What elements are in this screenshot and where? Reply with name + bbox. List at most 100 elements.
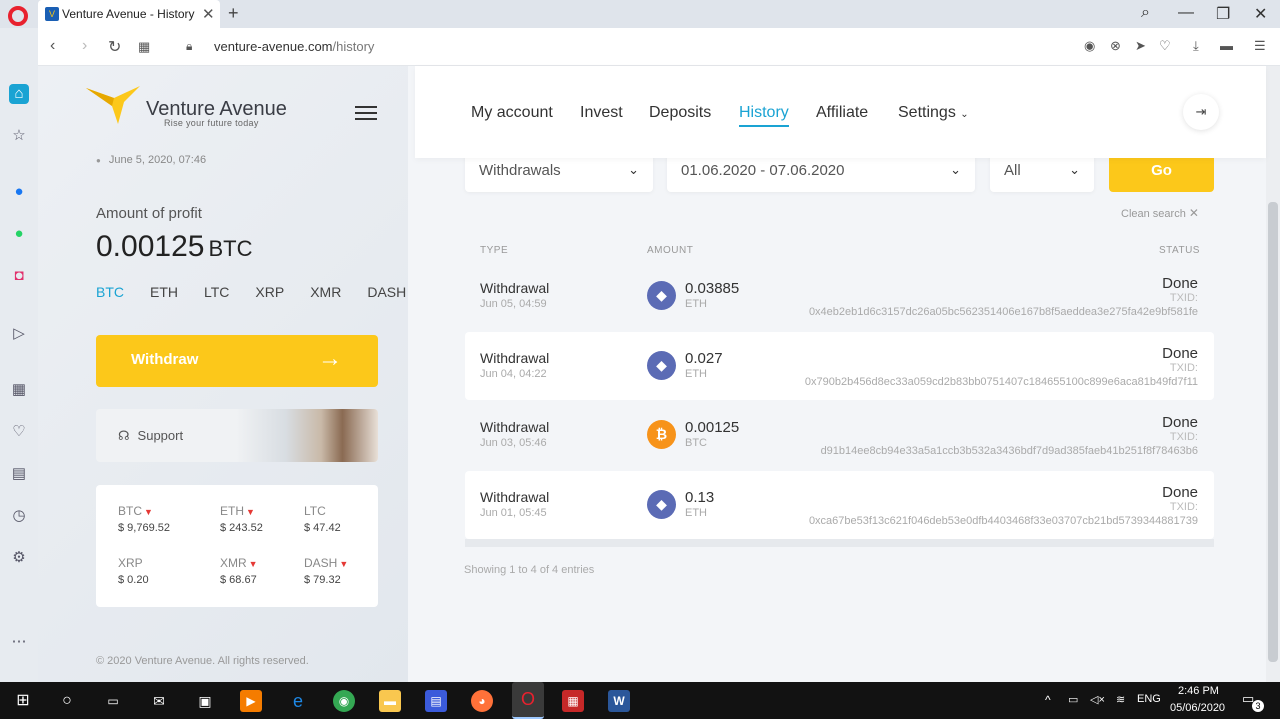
instagram-icon[interactable]: ◘ — [9, 266, 29, 286]
media-player-icon[interactable]: ▶ — [240, 690, 262, 712]
clean-search-link[interactable]: Clean search ✕ — [1121, 206, 1199, 220]
chrome-icon[interactable]: ◉ — [333, 690, 355, 712]
close-tab-icon[interactable]: ✕ — [202, 5, 215, 23]
hamburger-menu-icon[interactable] — [355, 106, 377, 120]
clock-time[interactable]: 2:46 PM — [1178, 685, 1219, 697]
coin-tab-dash[interactable]: DASH — [367, 284, 406, 300]
page-scrollbar[interactable] — [1266, 66, 1280, 682]
nav-invest[interactable]: Invest — [580, 104, 623, 122]
row-amount: 0.027 — [685, 350, 723, 367]
row-txid[interactable]: 0xca67be53f13c621f046deb53e0dfb4403468f3… — [809, 515, 1198, 527]
minimize-icon[interactable]: — — [1178, 4, 1194, 22]
mail-icon[interactable]: ✉ — [148, 690, 170, 712]
price-down-icon: ▼ — [248, 559, 258, 569]
news-icon[interactable]: ▤ — [9, 464, 29, 484]
windows-start-icon[interactable]: ⊞ — [12, 690, 34, 712]
show-hidden-icons[interactable]: ^ — [1045, 693, 1051, 707]
word-icon[interactable]: W — [608, 690, 630, 712]
row-amount: 0.00125 — [685, 419, 740, 436]
close-window-icon[interactable]: ✕ — [1254, 4, 1267, 24]
coin-tab-xrp[interactable]: XRP — [255, 284, 284, 300]
speed-dial-icon[interactable]: ▦ — [138, 39, 150, 55]
support-button[interactable]: ☊ Support — [96, 409, 378, 462]
row-txid[interactable]: d91b14ee8cb94e33a5a1ccb3b532a3436bdf7d9a… — [821, 445, 1198, 457]
opera-taskbar-icon[interactable]: O — [512, 682, 544, 719]
file-explorer-icon[interactable]: ▬ — [379, 690, 401, 712]
price-value: $ 68.67 — [220, 574, 257, 586]
price-value: $ 47.42 — [304, 522, 341, 534]
nav-deposits[interactable]: Deposits — [649, 104, 711, 122]
battery-icon[interactable]: ▬ — [1220, 38, 1233, 53]
flow-icon[interactable]: ▷ — [9, 324, 29, 344]
download-icon[interactable]: ⤓ — [1193, 38, 1199, 54]
table-row[interactable]: Withdrawal Jun 03, 05:46 ₿ 0.00125 BTC D… — [465, 401, 1214, 469]
reload-icon[interactable]: ↻ — [108, 37, 121, 57]
scrollbar-thumb[interactable] — [1268, 202, 1278, 662]
language-indicator[interactable]: ENG — [1137, 693, 1161, 705]
status-select-value: All — [1004, 162, 1021, 179]
table-row[interactable]: Withdrawal Jun 01, 05:45 ◆ 0.13 ETH Done… — [465, 471, 1214, 539]
withdraw-button[interactable]: Withdraw → — [96, 335, 378, 387]
coin-tab-xmr[interactable]: XMR — [310, 284, 341, 300]
date-range-value: 01.06.2020 - 07.06.2020 — [681, 162, 845, 179]
adblock-icon[interactable]: ⊗ — [1110, 38, 1121, 54]
url-field[interactable]: venture-avenue.com/history — [214, 39, 374, 54]
row-txid[interactable]: 0x4eb2eb1d6c3157dc26a05bc562351406e167b8… — [809, 306, 1198, 318]
battery-tray-icon[interactable]: ▭ — [1068, 693, 1078, 706]
nav-settings[interactable]: Settings ⌄ — [898, 104, 969, 122]
home-icon[interactable]: ⌂ — [9, 84, 29, 104]
forward-icon[interactable]: › — [82, 37, 87, 55]
row-status: Done — [1162, 484, 1198, 501]
snapshot-icon[interactable]: ◉ — [1084, 38, 1095, 54]
history-icon[interactable]: ◷ — [9, 506, 29, 526]
table-row[interactable]: Withdrawal Jun 05, 04:59 ◆ 0.03885 ETH D… — [465, 262, 1214, 330]
nav-affiliate[interactable]: Affiliate — [816, 104, 868, 122]
internet-explorer-icon[interactable]: e — [287, 690, 309, 712]
opera-menu-icon[interactable] — [8, 6, 28, 26]
clock-date[interactable]: 05/06/2020 — [1170, 702, 1225, 714]
table-row[interactable]: Withdrawal Jun 04, 04:22 ◆ 0.027 ETH Don… — [465, 332, 1214, 400]
messenger-icon[interactable]: ● — [9, 182, 29, 202]
back-icon[interactable]: ‹ — [50, 37, 55, 55]
row-txid-label: TXID: — [1169, 431, 1198, 443]
nav-my-account[interactable]: My account — [471, 104, 553, 122]
coin-tab-ltc[interactable]: LTC — [204, 284, 229, 300]
row-amount: 0.13 — [685, 489, 715, 506]
ethereum-icon: ◆ — [647, 490, 676, 519]
store-icon[interactable]: ▣ — [194, 690, 216, 712]
firefox-icon[interactable]: ◕ — [471, 690, 493, 712]
go-label: Go — [1151, 162, 1172, 179]
cortana-search-icon[interactable]: ○ — [56, 690, 78, 712]
app-taskbar-icon[interactable]: ▦ — [562, 690, 584, 712]
settings-icon[interactable]: ⚙ — [9, 548, 29, 568]
workspaces-icon[interactable]: ▦ — [9, 380, 29, 400]
notification-count: 3 — [1252, 700, 1264, 712]
network-app-icon[interactable]: ▤ — [425, 690, 447, 712]
favorites-icon[interactable]: ♡ — [9, 422, 29, 442]
nav-history[interactable]: History — [739, 104, 789, 127]
send-icon[interactable]: ➤ — [1135, 38, 1146, 54]
wifi-icon[interactable]: ≋ — [1116, 693, 1125, 706]
more-icon[interactable]: ⋯ — [9, 632, 29, 652]
row-amount: 0.03885 — [685, 280, 740, 297]
coin-tab-eth[interactable]: ETH — [150, 284, 178, 300]
new-tab-icon[interactable]: + — [228, 3, 239, 24]
logout-icon[interactable]: ⇥ — [1183, 94, 1219, 130]
row-currency: ETH — [685, 298, 707, 310]
heart-icon[interactable]: ♡ — [1159, 38, 1171, 54]
volume-muted-icon[interactable]: ◁× — [1090, 693, 1105, 706]
browser-tab[interactable]: V Venture Avenue - History ✕ — [38, 0, 220, 28]
maximize-icon[interactable]: ❐ — [1216, 4, 1230, 24]
support-label: ☊ Support — [118, 428, 183, 444]
price-xmr: XMR ▼ $ 68.67 — [220, 556, 300, 586]
support-agent-photo — [236, 409, 378, 462]
coin-tab-btc[interactable]: BTC — [96, 284, 124, 300]
task-view-icon[interactable]: ▭ — [102, 690, 124, 712]
ethereum-icon: ◆ — [647, 281, 676, 310]
easy-setup-icon[interactable]: ☰ — [1254, 38, 1266, 54]
whatsapp-icon[interactable]: ● — [9, 224, 29, 244]
row-txid[interactable]: 0x790b2b456d8ec33a059cd2b83bb0751407c184… — [805, 376, 1198, 388]
bookmarks-icon[interactable]: ☆ — [9, 126, 29, 146]
search-tabs-icon[interactable]: ⌕ — [1141, 4, 1150, 22]
profit-value: 0.00125 BTC — [96, 230, 252, 264]
